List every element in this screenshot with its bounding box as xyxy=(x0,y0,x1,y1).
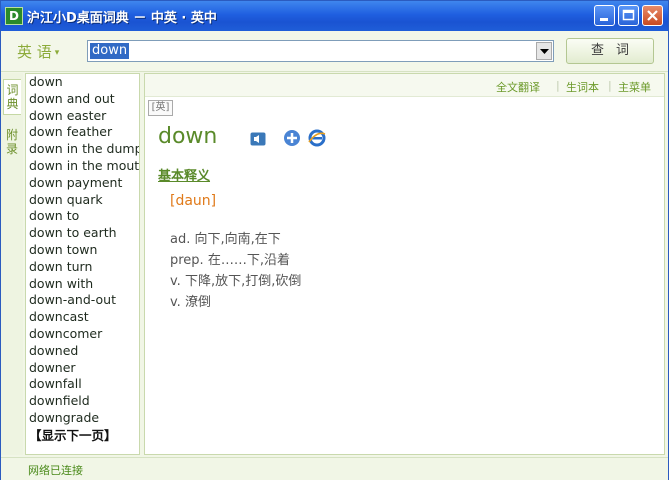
top-links-bar: 全文翻译 | 生词本 | 主菜单 xyxy=(145,74,664,97)
word-list-item[interactable]: downfield xyxy=(26,393,139,410)
word-list-item[interactable]: down-and-out xyxy=(26,292,139,309)
maximize-button[interactable] xyxy=(618,5,639,26)
word-list-item[interactable]: downcast xyxy=(26,309,139,326)
chevron-down-icon: ▾ xyxy=(54,47,60,58)
status-bar: 网络已连接 xyxy=(1,457,668,480)
word-list-item[interactable]: down quark xyxy=(26,192,139,209)
search-query-value: down xyxy=(90,43,130,59)
language-select[interactable]: 英 语 ▾ xyxy=(17,41,59,62)
search-bar: 英 语 ▾ down 查词 xyxy=(1,31,668,72)
main-menu-link[interactable]: 主菜单 xyxy=(618,79,651,95)
word-list-item[interactable]: down payment xyxy=(26,175,139,192)
add-to-vocabulary-icon[interactable] xyxy=(283,129,301,147)
word-list-item[interactable]: downer xyxy=(26,360,139,377)
word-list-item[interactable]: downed xyxy=(26,343,139,360)
word-list-item[interactable]: down xyxy=(26,74,139,91)
dictionary-window: D 沪江小D桌面词典 － 中英 · 英中 英 语 ▾ down 查词 词典 附录 … xyxy=(0,0,669,480)
word-list: down down and out down easter down feather d… xyxy=(25,73,140,455)
word-list-item[interactable]: downgrade xyxy=(26,410,139,427)
word-list-item[interactable]: down feather xyxy=(26,124,139,141)
word-list-item[interactable]: downcomer xyxy=(26,326,139,343)
headword: down xyxy=(158,124,218,149)
divider: | xyxy=(556,79,560,92)
word-list-item[interactable]: downfall xyxy=(26,376,139,393)
minimize-icon xyxy=(600,18,608,21)
close-icon xyxy=(647,10,658,21)
maximize-icon xyxy=(622,9,635,21)
basic-definition-title: 基本释义 xyxy=(158,169,211,184)
word-list-item[interactable]: down town xyxy=(26,242,139,259)
definition-line: v. 潦倒 xyxy=(170,295,211,310)
word-list-item[interactable]: down turn xyxy=(26,259,139,276)
word-list-item[interactable]: down in the mouth xyxy=(26,158,139,175)
language-label: 英 语 xyxy=(17,43,52,61)
close-button[interactable] xyxy=(642,5,663,26)
word-list-item[interactable]: down to xyxy=(26,208,139,225)
app-logo-icon: D xyxy=(5,7,23,25)
tab-appendix[interactable]: 附录 xyxy=(3,125,21,164)
minimize-button[interactable] xyxy=(594,5,615,26)
next-page-link[interactable]: 【显示下一页】 xyxy=(26,427,139,445)
word-list-item[interactable]: down to earth xyxy=(26,225,139,242)
connection-status: 网络已连接 xyxy=(28,464,83,477)
divider: | xyxy=(608,79,612,92)
word-list-item[interactable]: down and out xyxy=(26,91,139,108)
web-search-icon[interactable] xyxy=(308,129,326,147)
language-badge: [英] xyxy=(148,100,173,116)
definition-panel: 全文翻译 | 生词本 | 主菜单 [英] down 基本释义 [daun] ad… xyxy=(144,73,665,455)
dropdown-arrow-icon xyxy=(540,49,549,54)
vocabulary-book-link[interactable]: 生词本 xyxy=(566,79,599,95)
word-list-item[interactable]: down in the dumps xyxy=(26,141,139,158)
tab-dictionary[interactable]: 词典 xyxy=(3,79,21,115)
word-list-item[interactable]: down easter xyxy=(26,108,139,125)
history-dropdown-button[interactable] xyxy=(536,42,552,60)
word-list-item[interactable]: down with xyxy=(26,276,139,293)
phonetic: [daun] xyxy=(170,193,217,209)
full-translation-link[interactable]: 全文翻译 xyxy=(496,79,540,95)
speaker-icon[interactable] xyxy=(250,132,266,146)
window-title: 沪江小D桌面词典 － 中英 · 英中 xyxy=(27,11,217,26)
definition-line: prep. 在……下,沿着 xyxy=(170,253,290,268)
definition-line: v. 下降,放下,打倒,砍倒 xyxy=(170,274,302,289)
search-input[interactable]: down xyxy=(87,40,554,62)
definition-line: ad. 向下,向南,在下 xyxy=(170,232,281,247)
lookup-button[interactable]: 查词 xyxy=(566,38,654,64)
title-bar[interactable]: D 沪江小D桌面词典 － 中英 · 英中 xyxy=(1,1,668,31)
side-tabs: 词典 附录 xyxy=(1,73,23,455)
